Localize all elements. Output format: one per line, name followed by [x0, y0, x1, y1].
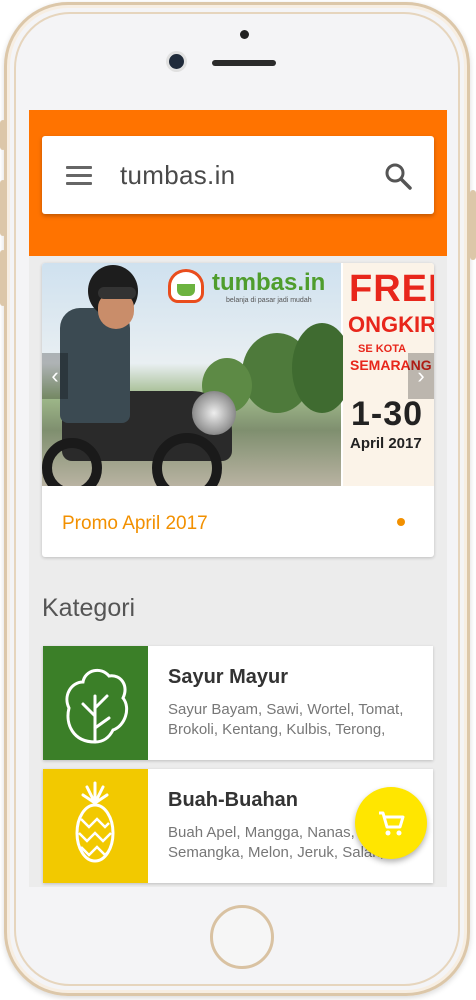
cart-fab-button[interactable]: [355, 787, 427, 859]
front-camera: [169, 54, 184, 69]
banner-slide-tumbas: tumbas.in belanja di pasar jadi mudah: [42, 263, 352, 486]
tumbas-logo: tumbas.in belanja di pasar jadi mudah: [168, 267, 328, 307]
promo-card[interactable]: tumbas.in belanja di pasar jadi mudah FR…: [42, 263, 434, 557]
app-title: tumbas.in: [120, 160, 236, 190]
promo-caption: Promo April 2017: [62, 513, 208, 534]
date-range-text: 1-30: [351, 395, 424, 433]
volume-up-button: [0, 180, 6, 236]
earpiece-speaker: [212, 60, 276, 66]
power-button: [470, 190, 476, 260]
app-screen: tumbas.in tumbas.in belanja di pasar jad…: [29, 110, 447, 887]
category-name: Buah-Buahan: [168, 789, 298, 811]
app-bar: tumbas.in: [29, 110, 447, 256]
month-text: April 2017: [350, 435, 422, 452]
front-sensor: [240, 30, 249, 39]
home-button[interactable]: [210, 905, 274, 969]
free-text: FREE: [349, 268, 434, 310]
ongkir-text: ONGKIR: [348, 312, 434, 337]
carousel-next-arrow-icon[interactable]: ›: [408, 353, 434, 399]
pineapple-icon: [43, 769, 148, 883]
volume-down-button: [0, 250, 6, 306]
mute-switch: [0, 120, 6, 150]
se-kota-text: SE KOTA: [358, 343, 407, 355]
hamburger-menu-icon[interactable]: [66, 166, 92, 186]
shopping-cart-icon: [379, 811, 405, 836]
category-section-title: Kategori: [42, 594, 136, 622]
lettuce-icon: [43, 646, 148, 760]
carousel-indicator-dot[interactable]: [397, 518, 405, 526]
promo-banner-carousel[interactable]: tumbas.in belanja di pasar jadi mudah FR…: [42, 263, 434, 486]
search-icon[interactable]: [384, 162, 412, 190]
category-description: Sayur Bayam, Sawi, Wortel, Tomat, Brokol…: [168, 701, 404, 738]
search-bar[interactable]: tumbas.in: [42, 136, 434, 214]
carousel-prev-arrow-icon[interactable]: ‹: [42, 353, 68, 399]
category-name: Sayur Mayur: [168, 666, 289, 688]
category-item-vegetables[interactable]: Sayur Mayur Sayur Bayam, Sawi, Wortel, T…: [43, 646, 433, 760]
